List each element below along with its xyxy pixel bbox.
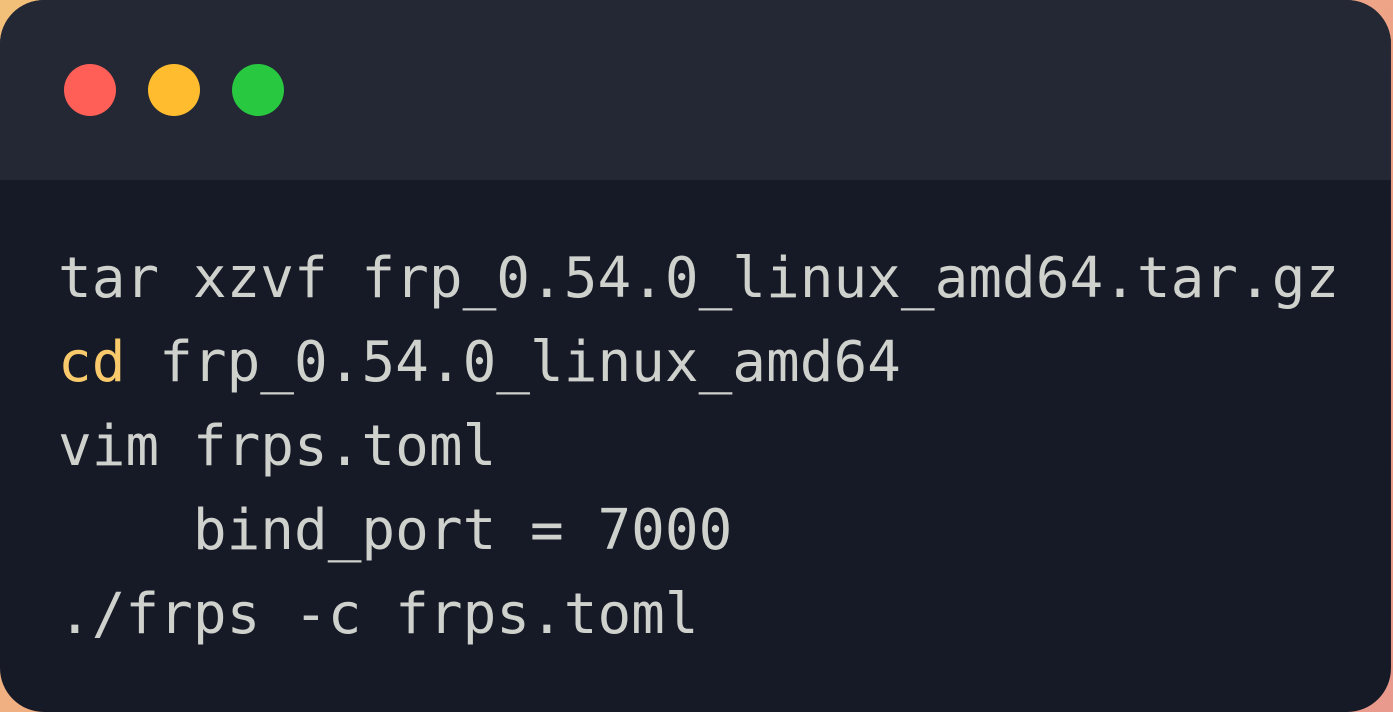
maximize-button[interactable]	[232, 64, 284, 116]
code-text: ./frps -c frps.toml	[58, 582, 699, 647]
terminal-window: tar xzvf frp_0.54.0_linux_amd64.tar.gzcd…	[0, 0, 1391, 712]
code-text: frp_0.54.0_linux_amd64	[125, 330, 901, 395]
close-button[interactable]	[64, 64, 116, 116]
code-line: ./frps -c frps.toml	[58, 573, 1339, 657]
code-text: vim frps.toml	[58, 414, 497, 479]
code-line: cd frp_0.54.0_linux_amd64	[58, 321, 1339, 405]
minimize-button[interactable]	[148, 64, 200, 116]
code-text: tar xzvf frp_0.54.0_linux_amd64.tar.gz	[58, 246, 1340, 311]
code-line: vim frps.toml	[58, 405, 1339, 489]
code-block: tar xzvf frp_0.54.0_linux_amd64.tar.gzcd…	[58, 237, 1339, 657]
code-text: bind_port = 7000	[58, 498, 733, 563]
code-line: bind_port = 7000	[58, 489, 1339, 573]
title-bar	[0, 0, 1391, 180]
code-keyword: cd	[58, 330, 126, 395]
code-line: tar xzvf frp_0.54.0_linux_amd64.tar.gz	[58, 237, 1339, 321]
